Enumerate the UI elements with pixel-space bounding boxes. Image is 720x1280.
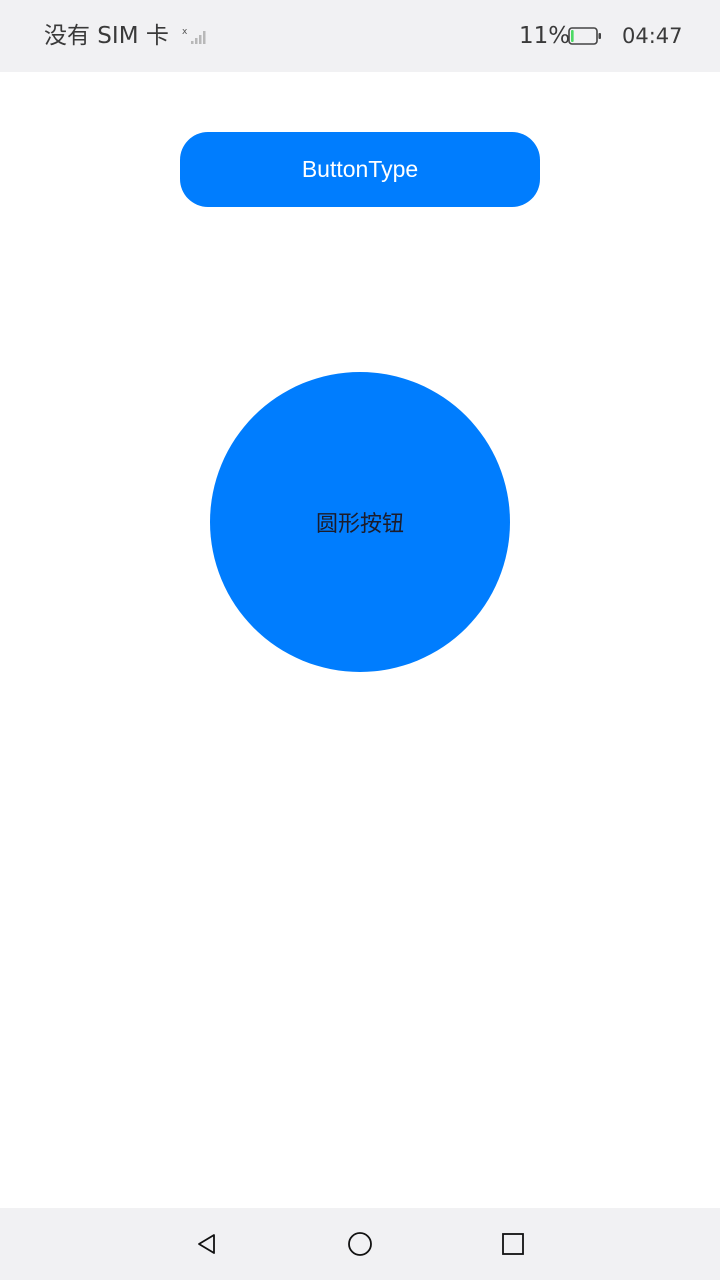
- navigation-bar: [0, 1208, 720, 1280]
- button-type-button[interactable]: ButtonType: [180, 132, 540, 207]
- back-icon: [198, 1234, 215, 1254]
- circle-button-label: 圆形按钮: [315, 512, 404, 537]
- recent-apps-icon: [502, 1233, 524, 1255]
- home-icon: [348, 1232, 372, 1256]
- back-button[interactable]: [189, 1226, 225, 1262]
- carrier-label: 没有 SIM 卡: [44, 23, 169, 49]
- recent-apps-button[interactable]: [495, 1226, 531, 1262]
- main-content: ButtonType 圆形按钮: [0, 72, 720, 1208]
- signal-icon: x: [182, 27, 206, 44]
- circle-button[interactable]: 圆形按钮: [210, 372, 510, 672]
- status-bar: 没有 SIM 卡 x 11% 04:47: [0, 0, 720, 72]
- battery-icon: [568, 27, 601, 45]
- home-button[interactable]: [342, 1226, 378, 1262]
- clock: 04:47: [622, 24, 683, 48]
- svg-text:x: x: [182, 27, 188, 37]
- battery-percent: 11%: [519, 23, 571, 49]
